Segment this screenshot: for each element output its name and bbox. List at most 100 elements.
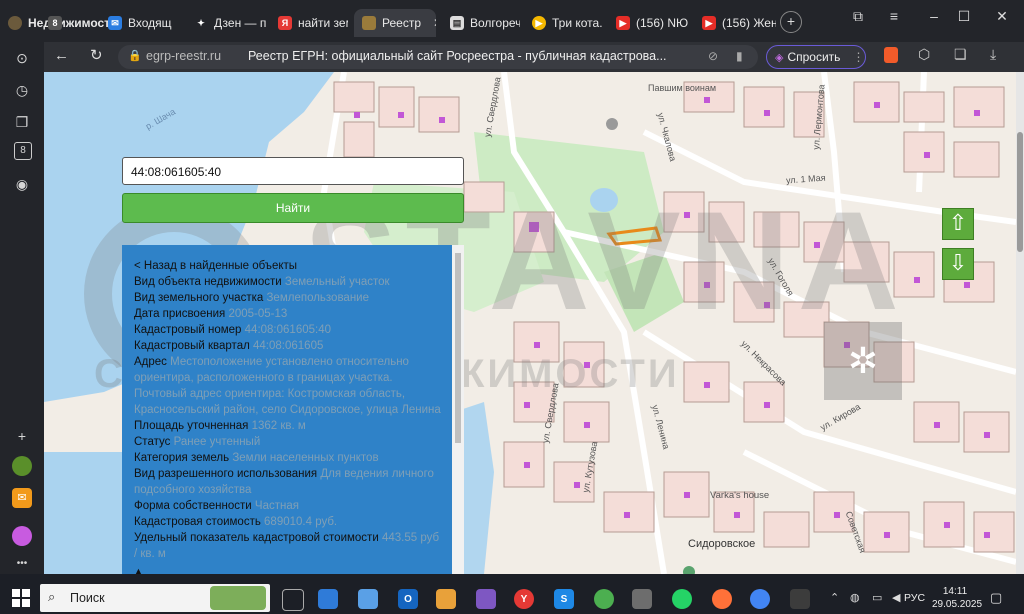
field-object-type: Вид объекта недвижимости Земельный участ…: [134, 276, 390, 288]
field-date: Дата присвоения 2005-05-13: [134, 308, 288, 320]
language-indicator[interactable]: РУС: [904, 592, 925, 604]
ask-label: Спросить: [787, 50, 841, 64]
lock-icon: 🔒: [128, 50, 142, 62]
counter-badge: 8: [48, 16, 62, 30]
tab-realty[interactable]: Недвижимость: [8, 9, 117, 37]
tab-counter[interactable]: 8: [48, 9, 62, 37]
field-address: Адрес Местоположение установлено относит…: [134, 356, 441, 416]
tab-label: Входящ: [128, 16, 172, 30]
reload-icon[interactable]: ↻: [90, 46, 103, 64]
store-icon[interactable]: [318, 589, 338, 609]
scrollbar-thumb[interactable]: [1017, 132, 1023, 252]
find-button[interactable]: Найти: [122, 193, 464, 223]
tab-strip: Недвижимость 8 ✉ Входящ ✦ Дзен — п Я най…: [0, 0, 1024, 42]
chrome-icon[interactable]: [750, 589, 770, 609]
yandex-browser-icon[interactable]: Y: [514, 589, 534, 609]
address-bar[interactable]: 🔒 egrp-reestr.ru Реестр ЕГРН: официальны…: [118, 45, 758, 69]
network-icon[interactable]: ▭: [872, 591, 882, 604]
clock-time: 14:11: [942, 586, 968, 597]
screenshot-icon[interactable]: ◉: [12, 174, 32, 194]
task-view-icon[interactable]: [282, 589, 304, 611]
shield-icon[interactable]: [884, 47, 898, 63]
collections-icon[interactable]: ❐: [12, 112, 32, 132]
close-window-icon[interactable]: ✕: [988, 6, 1016, 26]
more-icon: ⋮: [852, 50, 865, 64]
play-icon[interactable]: ⊙: [12, 48, 32, 68]
volume-icon[interactable]: ◀: [892, 591, 900, 604]
download-icon[interactable]: ⤓: [990, 46, 996, 63]
url-domain: egrp-reestr.ru: [146, 49, 222, 63]
app2-icon[interactable]: [790, 589, 810, 609]
close-icon[interactable]: ✕: [433, 16, 436, 30]
field-cadastral-number: Кадастровый номер 44:08:061605:40: [134, 324, 331, 336]
play-icon: ▶: [532, 16, 546, 30]
field-ownership: Форма собственности Частная: [134, 500, 299, 512]
outlook-icon[interactable]: O: [398, 589, 418, 609]
whatsapp-icon[interactable]: [672, 589, 692, 609]
no-tracking-icon[interactable]: ⊘: [708, 49, 718, 63]
taskbar-edge: [0, 574, 1024, 582]
tab-youtube-2[interactable]: ▶ (156) Жен: [702, 9, 776, 37]
map-label-village: Сидоровское: [688, 538, 756, 550]
watermark-logo-icon: ✲: [824, 322, 902, 400]
panel-scrollbar-thumb[interactable]: [455, 253, 461, 443]
tab-volgorech[interactable]: ▤ Волгореч: [450, 9, 520, 37]
reader-icon[interactable]: ❏: [954, 46, 967, 63]
tray-app-icon[interactable]: ◍: [850, 591, 860, 604]
app-icon[interactable]: [632, 589, 652, 609]
tab-label: Волгореч: [470, 16, 520, 30]
cadastral-search-input[interactable]: 44:08:061605:40: [122, 157, 464, 185]
skype-icon[interactable]: S: [554, 589, 574, 609]
assistant-icon[interactable]: [12, 526, 32, 546]
back-icon[interactable]: ←: [54, 47, 69, 64]
taskbar-search-box[interactable]: ⌕ Поиск: [40, 584, 270, 612]
start-icon[interactable]: [12, 589, 30, 607]
page-scrollbar[interactable]: [1016, 72, 1024, 574]
add-icon[interactable]: +: [12, 426, 32, 446]
tab-search[interactable]: Я найти зем: [278, 9, 348, 37]
search-input-value: 44:08:061605:40: [131, 165, 222, 179]
map-down-button[interactable]: ⇩: [942, 248, 974, 280]
tab-cats[interactable]: ▶ Три кота.: [532, 9, 606, 37]
map-up-button[interactable]: ⇧: [942, 208, 974, 240]
tab-youtube-1[interactable]: ▶ (156) NЮ: [616, 9, 692, 37]
search-highlight-icon: [210, 586, 266, 610]
files-icon[interactable]: [436, 589, 456, 609]
more-icon[interactable]: •••: [12, 554, 32, 574]
tab-inbox[interactable]: ✉ Входящ: [108, 9, 182, 37]
minimize-icon[interactable]: –: [920, 6, 948, 26]
firefox-icon[interactable]: [712, 589, 732, 609]
history-icon[interactable]: ◷: [12, 80, 32, 100]
m365-icon[interactable]: [476, 589, 496, 609]
panel-scrollbar[interactable]: [452, 245, 464, 575]
alice-icon[interactable]: [12, 456, 32, 476]
map-label-varka: Varka's house: [710, 490, 770, 501]
field-land-category: Категория земель Земли населенных пункто…: [134, 452, 379, 464]
object-info-panel: < Назад в найденные объекты Вид объекта …: [122, 245, 452, 575]
tab-registry[interactable]: Реестр ✕: [354, 9, 436, 37]
bookmark-icon[interactable]: ▮: [736, 49, 743, 63]
zen-icon: ✦: [197, 17, 205, 28]
mail-icon: ✉: [108, 16, 122, 30]
laptop-icon[interactable]: [358, 589, 378, 609]
tray-chevron-icon[interactable]: ⌃: [830, 591, 839, 604]
home-icon: [8, 16, 22, 30]
extensions-icon[interactable]: ⬡: [918, 46, 930, 63]
tab-zen[interactable]: ✦ Дзен — п: [194, 9, 266, 37]
tab-label: найти зем: [298, 16, 348, 30]
mail-icon[interactable]: ✉: [12, 488, 32, 508]
field-area: Площадь уточненная 1362 кв. м: [134, 420, 306, 432]
counter-icon[interactable]: 8: [14, 142, 32, 160]
menu-icon[interactable]: ≡: [880, 6, 908, 26]
tab-menu-icon[interactable]: ⧉: [844, 6, 872, 26]
taskbar-search-label: Поиск: [70, 591, 105, 605]
yandex-icon: Я: [278, 16, 292, 30]
maximize-icon[interactable]: ☐: [950, 6, 978, 26]
new-tab-button[interactable]: +: [780, 11, 802, 33]
notifications-icon[interactable]: ▢: [990, 590, 1002, 606]
ask-button[interactable]: ◈ Спросить ⋮: [766, 45, 866, 69]
tab-label: (156) Жен: [722, 16, 776, 30]
back-to-results-link[interactable]: < Назад в найденные объекты: [134, 258, 444, 274]
clock[interactable]: 14:11 29.05.2025: [932, 585, 982, 611]
alice-icon[interactable]: [594, 589, 614, 609]
